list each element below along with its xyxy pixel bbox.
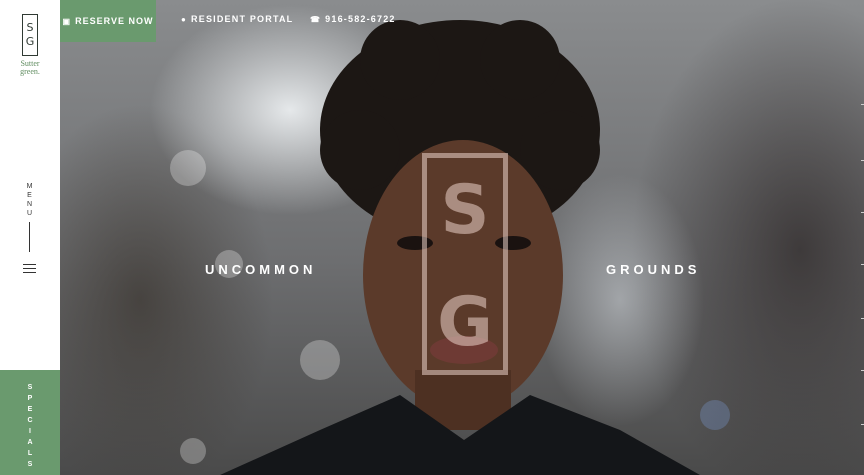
- menu-label[interactable]: MENU: [26, 182, 34, 218]
- hamburger-icon[interactable]: [23, 264, 36, 273]
- phone-link[interactable]: ☎ 916-582-6722: [310, 14, 396, 24]
- logo-letter-s: S: [26, 21, 34, 34]
- tagline-right: GROUNDS: [606, 262, 701, 277]
- monogram-letter-s: S: [440, 171, 490, 250]
- reserve-now-button[interactable]: ▣ RESERVE NOW: [60, 0, 156, 42]
- monogram-letter-g: G: [437, 283, 493, 362]
- tagline-left: UNCOMMON: [205, 262, 317, 277]
- logo-name-line2: green.: [20, 67, 40, 76]
- user-icon: ●: [181, 14, 188, 24]
- resident-portal-link[interactable]: ● RESIDENT PORTAL: [181, 14, 293, 24]
- brand-logo[interactable]: S G Sutter green.: [13, 14, 47, 76]
- reserve-now-label: RESERVE NOW: [75, 16, 154, 26]
- sg-monogram-overlay: S G: [422, 153, 508, 375]
- phone-icon: ☎: [310, 14, 322, 24]
- logo-wordmark: Sutter green.: [13, 60, 47, 76]
- sidebar: S G Sutter green. MENU SPECIALS: [0, 0, 60, 475]
- logo-monogram: S G: [22, 14, 38, 56]
- specials-button[interactable]: SPECIALS: [0, 370, 60, 475]
- calendar-icon: ▣: [62, 16, 72, 26]
- phone-label: 916-582-6722: [325, 14, 396, 24]
- specials-label: SPECIALS: [27, 384, 33, 468]
- logo-letter-g: G: [25, 35, 35, 48]
- scroll-indicator: [860, 0, 864, 475]
- resident-portal-label: RESIDENT PORTAL: [191, 14, 294, 24]
- menu-divider: [29, 222, 30, 252]
